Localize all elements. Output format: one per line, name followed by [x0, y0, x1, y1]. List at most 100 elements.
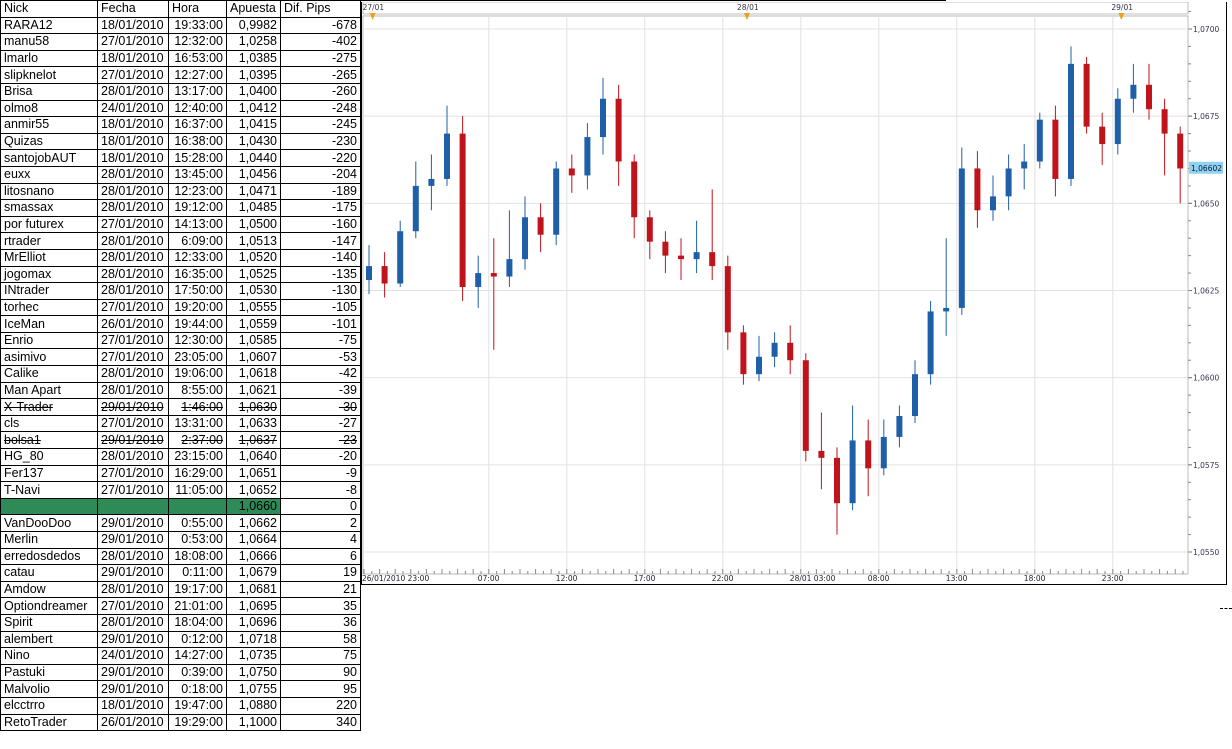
cell-nick — [0, 497, 98, 516]
table-row: euxx 28/01/2010 13:45:00 1,0456 -204 — [0, 165, 361, 184]
candle-body — [459, 133, 466, 288]
cell-hora: 19:33:00 — [168, 16, 227, 35]
date-strip — [362, 1, 1189, 15]
cell-fecha: 27/01/2010 — [97, 481, 169, 499]
table-row: Nino 24/01/2010 14:27:00 1,0735 75 — [0, 647, 361, 665]
cell-fecha: 18/01/2010 — [97, 116, 169, 134]
candle-body — [428, 178, 435, 186]
table-header-row: Nick Fecha Hora Apuesta Dif. Pips — [0, 0, 361, 18]
table-row: X-Trader 29/01/2010 1:46:00 1,0630 -30 — [0, 398, 361, 416]
cell-nick: Merlin — [0, 531, 98, 549]
y-tick-label: 1,0675 — [1193, 112, 1219, 121]
cell-dif-pips: -101 — [280, 315, 361, 333]
cell-apuesta: 1,0530 — [226, 282, 281, 300]
cell-nick: santojobAUT — [0, 149, 98, 167]
cell-apuesta: 1,0651 — [226, 464, 281, 483]
cell-dif-pips: -39 — [280, 381, 361, 400]
cell-dif-pips: 6 — [280, 547, 361, 566]
y-tick-label: 1,0700 — [1193, 25, 1219, 34]
candle-body — [771, 342, 778, 357]
candle-body — [1130, 84, 1137, 99]
table-row: elcctrro 18/01/2010 19:47:00 1,0880 220 — [0, 696, 361, 715]
table-row: erredosdedos 28/01/2010 18:08:00 1,0666 6 — [0, 547, 361, 566]
cell-fecha: 28/01/2010 — [97, 182, 169, 201]
cell-fecha: 28/01/2010 — [97, 265, 169, 284]
candle-body — [537, 217, 544, 235]
cell-dif-pips: -42 — [280, 365, 361, 383]
cell-apuesta: 1,0440 — [226, 149, 281, 167]
cell-fecha: 28/01/2010 — [97, 547, 169, 566]
table-row: Fer137 27/01/2010 16:29:00 1,0651 -9 — [0, 464, 361, 483]
candle-body — [1146, 84, 1152, 110]
candle-body — [1099, 126, 1106, 145]
table-row: asimivo 27/01/2010 23:05:00 1,0607 -53 — [0, 348, 361, 367]
cell-nick: Fer137 — [0, 464, 98, 483]
candle-body — [1005, 168, 1012, 197]
cell-nick: Nino — [0, 647, 98, 665]
candle-body — [1161, 109, 1168, 134]
table-row: rtrader 28/01/2010 6:09:00 1,0513 -147 — [0, 232, 361, 250]
cell-hora: 18:04:00 — [168, 613, 227, 632]
cell-hora: 14:13:00 — [168, 215, 227, 234]
price-chart-window: 1,0550 1,0575 1,0600 1,0625 1,0650 1,0675 1,07… — [361, 1, 1227, 585]
header-fecha: Fecha — [97, 0, 169, 18]
cell-hora: 16:35:00 — [168, 265, 227, 284]
cell-hora — [168, 497, 227, 516]
cell-hora: 21:01:00 — [168, 597, 227, 615]
candle-body — [1083, 63, 1090, 127]
cell-nick: euxx — [0, 165, 98, 184]
cell-nick: olmo8 — [0, 99, 98, 118]
candle-body — [615, 98, 622, 162]
table-row: slipknelot 27/01/2010 12:27:00 1,0395 -265 — [0, 66, 361, 84]
cell-nick: Malvolio — [0, 680, 98, 698]
candle-body — [1036, 119, 1043, 162]
table-row: Calike 28/01/2010 19:06:00 1,0618 -42 — [0, 365, 361, 383]
cell-dif-pips: -30 — [280, 398, 361, 416]
cell-apuesta: 1,0471 — [226, 182, 281, 201]
cell-nick: Pastuki — [0, 663, 98, 682]
cell-nick: alembert — [0, 630, 98, 649]
cell-apuesta: 1,0640 — [226, 448, 281, 466]
cell-dif-pips: -27 — [280, 414, 361, 433]
candle-body — [553, 168, 560, 235]
cell-hora: 8:55:00 — [168, 381, 227, 400]
table-row: santojobAUT 18/01/2010 15:28:00 1,0440 -220 — [0, 149, 361, 167]
cell-hora: 18:08:00 — [168, 547, 227, 566]
cell-dif-pips: 35 — [280, 597, 361, 615]
cell-dif-pips: 36 — [280, 613, 361, 632]
cell-dif-pips: 2 — [280, 514, 361, 532]
cell-dif-pips: -204 — [280, 165, 361, 184]
candle-body — [662, 241, 669, 256]
cell-nick: jogomax — [0, 265, 98, 284]
candle-body — [366, 266, 372, 281]
cell-apuesta: 1,0456 — [226, 165, 281, 184]
cell-nick: lmarlo — [0, 49, 98, 68]
cell-fecha: 18/01/2010 — [97, 696, 169, 715]
cell-apuesta: 1,0630 — [226, 398, 281, 416]
cell-hora: 19:47:00 — [168, 696, 227, 715]
candle-body — [568, 168, 575, 176]
table-row: jogomax 28/01/2010 16:35:00 1,0525 -135 — [0, 265, 361, 284]
cell-fecha: 27/01/2010 — [97, 464, 169, 483]
cell-hora: 0:12:00 — [168, 630, 227, 649]
cell-fecha: 29/01/2010 — [97, 514, 169, 532]
cell-fecha: 26/01/2010 — [97, 315, 169, 333]
cell-dif-pips: 58 — [280, 630, 361, 649]
cell-apuesta: 1,0637 — [226, 431, 281, 450]
table-row: torhec 27/01/2010 19:20:00 1,0555 -105 — [0, 298, 361, 317]
cell-hora: 16:37:00 — [168, 116, 227, 134]
cell-dif-pips: -130 — [280, 282, 361, 300]
cell-apuesta: 1,0485 — [226, 199, 281, 217]
cell-fecha: 28/01/2010 — [97, 199, 169, 217]
cell-apuesta: 1,1000 — [226, 713, 281, 732]
candle-body — [974, 168, 981, 211]
cell-fecha: 24/01/2010 — [97, 647, 169, 665]
cell-dif-pips: -230 — [280, 132, 361, 151]
cell-hora: 11:05:00 — [168, 481, 227, 499]
candle-body — [896, 416, 903, 437]
candle-body — [678, 255, 684, 260]
cell-hora: 13:17:00 — [168, 82, 227, 101]
cell-fecha: 29/01/2010 — [97, 564, 169, 582]
candle-body — [522, 217, 528, 260]
table-row: smassax 28/01/2010 19:12:00 1,0485 -175 — [0, 199, 361, 217]
